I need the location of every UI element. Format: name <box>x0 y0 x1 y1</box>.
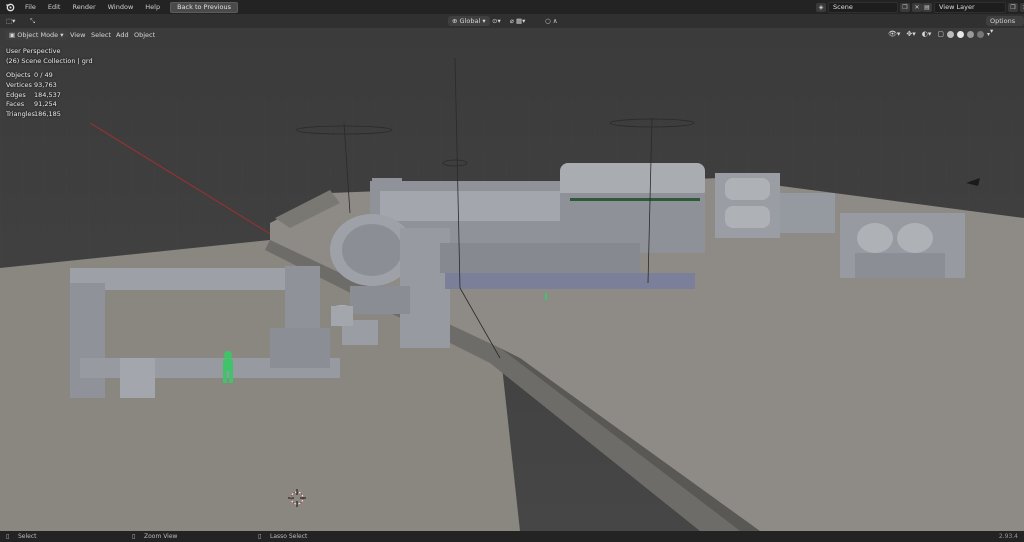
version-label: 2.93.4 <box>998 533 1018 540</box>
mouse-left-icon: ▯ <box>6 533 10 540</box>
shading-options-icon[interactable]: ▾ <box>987 31 990 38</box>
select-box-icon[interactable]: ⤡ <box>30 16 35 26</box>
scene-statistics: Objects 0 / 49 Vertices 93,763 Edges 184,53… <box>6 71 61 120</box>
pivot-point-icon[interactable]: ⊙▾ <box>492 16 501 26</box>
proportional-editing-icon[interactable]: ○ ∧ <box>545 16 558 26</box>
menu-view[interactable]: View <box>70 30 85 40</box>
material-shading-icon[interactable] <box>967 30 975 38</box>
menu-select[interactable]: Select <box>91 30 111 40</box>
wireframe-shading-icon[interactable] <box>947 30 955 38</box>
scene-render <box>0 28 1024 531</box>
stat-row: Triangles 186,185 <box>6 110 61 119</box>
menu-window[interactable]: Window <box>102 3 140 11</box>
scene-icon[interactable]: ◈ <box>816 2 826 12</box>
menu-edit[interactable]: Edit <box>42 3 67 11</box>
stat-row: Objects 0 / 49 <box>6 71 53 79</box>
view-layer-selector: ▤ View Layer ❐ ✕ <box>920 1 1024 13</box>
close-view-layer-icon[interactable]: ✕ <box>1020 2 1024 12</box>
mouse-middle-icon: ▯ <box>132 533 136 540</box>
solid-shading-icon[interactable] <box>957 30 965 38</box>
editor-type-icon[interactable]: ⬚▾ <box>6 16 15 26</box>
back-to-previous-button[interactable]: Back to Previous <box>170 1 239 13</box>
viewport-info: User Perspective (26) Scene Collection |… <box>6 46 93 66</box>
status-zoom-view: Zoom View <box>144 533 178 540</box>
scene-selector: ◈ Scene ❐ ✕ <box>814 1 922 13</box>
options-dropdown[interactable]: Options ▾ <box>986 16 1024 35</box>
rendered-shading-icon[interactable] <box>977 30 985 38</box>
transform-orientation-dropdown[interactable]: ⊕ Global ▾ <box>448 16 490 26</box>
stat-row: Edges 184,537 <box>6 90 61 99</box>
mode-dropdown[interactable]: ▣ Object Mode ▾ <box>5 30 68 40</box>
menu-render[interactable]: Render <box>66 3 101 11</box>
top-menu-bar: File Edit Render Window Help Back to Pre… <box>0 0 1024 14</box>
menu-object[interactable]: Object <box>134 30 155 40</box>
overlay-icon[interactable]: ◐▾ <box>922 30 932 38</box>
object-mode-icon: ▣ <box>9 31 18 39</box>
visibility-icon[interactable]: 👁▾ <box>888 30 900 38</box>
mouse-right-icon: ▯ <box>258 533 262 540</box>
xray-icon[interactable]: ▢ <box>937 30 944 38</box>
view-layer-field[interactable]: View Layer <box>934 1 1006 13</box>
viewport-header: ⬚▾ ⤡ ⊕ Global ▾ ⊙▾ ⌀ ▦▾ ○ ∧ Options ▾ <box>0 14 1024 35</box>
status-lasso-select: Lasso Select <box>270 533 308 540</box>
blender-logo-icon[interactable] <box>5 2 15 12</box>
menu-file[interactable]: File <box>19 3 42 11</box>
stat-row: Faces 91,254 <box>6 100 57 109</box>
menu-help[interactable]: Help <box>139 3 166 11</box>
stat-row: Vertices 93,763 <box>6 80 57 89</box>
status-select: Select <box>18 533 37 540</box>
orientation-icon: ⊕ <box>452 17 460 25</box>
perspective-label: User Perspective <box>6 47 61 55</box>
scene-name-field[interactable]: Scene <box>828 1 898 13</box>
collection-label: (26) Scene Collection | grd <box>6 57 93 65</box>
snap-icon[interactable]: ⌀ ▦▾ <box>510 16 525 26</box>
3d-viewport[interactable] <box>0 28 1024 531</box>
view-layer-icon[interactable]: ▤ <box>922 2 932 12</box>
viewport-toolbar: ▣ Object Mode ▾ View Select Add Object 👁… <box>0 28 1024 41</box>
menu-add[interactable]: Add <box>116 30 129 40</box>
copy-view-layer-icon[interactable]: ❐ <box>1008 2 1018 12</box>
copy-scene-icon[interactable]: ❐ <box>900 2 910 12</box>
viewport-shading-controls: 👁▾ ✥▾ ◐▾ ▢ ▾ <box>888 30 990 38</box>
status-bar: ▯ Select ▯ Zoom View ▯ Lasso Select 2.93… <box>0 531 1024 542</box>
gizmo-icon[interactable]: ✥▾ <box>906 30 915 38</box>
